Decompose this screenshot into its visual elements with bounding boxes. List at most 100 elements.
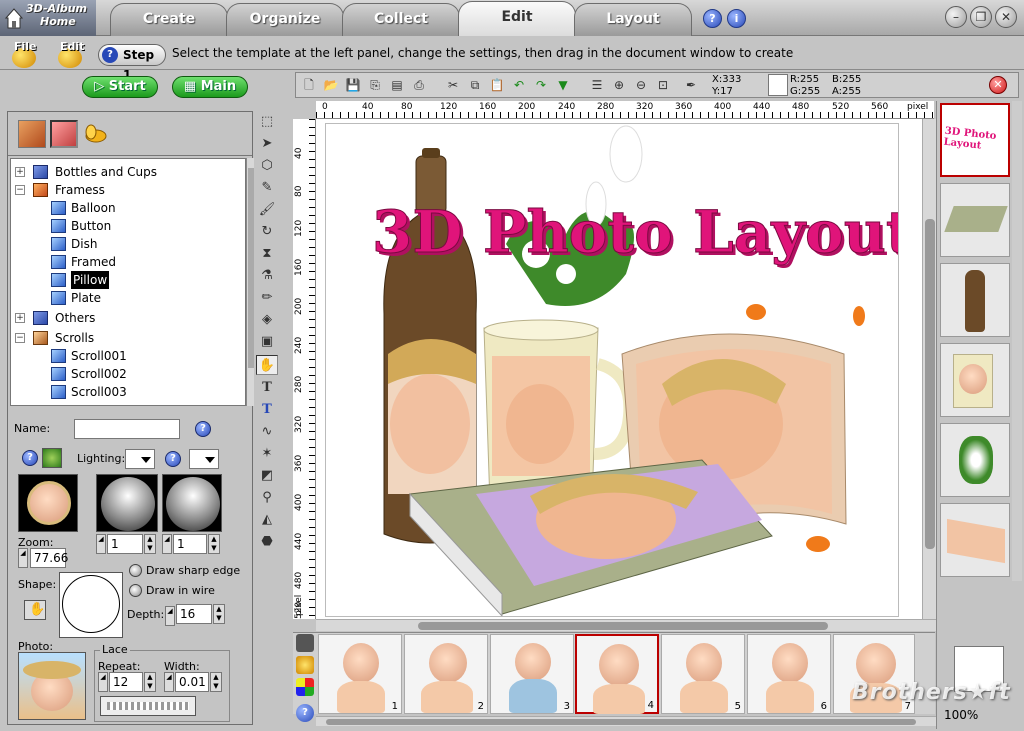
tab-organize[interactable]: Organize xyxy=(226,3,344,36)
photo-thumbnail-5[interactable]: 5 xyxy=(661,634,745,714)
repeat-input[interactable]: 12 xyxy=(109,672,143,692)
help-button[interactable]: ? xyxy=(703,9,722,28)
fill-tool[interactable]: ⬣ xyxy=(256,532,278,552)
zoom-in-button[interactable]: ⊕ xyxy=(610,76,628,94)
strip-scrollbar[interactable] xyxy=(316,716,936,726)
close-document-button[interactable]: ✕ xyxy=(989,76,1007,94)
tree-node-scroll003[interactable]: Scroll003 xyxy=(15,383,245,401)
start-button[interactable]: ▷ Start xyxy=(82,76,158,98)
repeat-spinner[interactable]: ▲ ▼ xyxy=(144,672,156,692)
figure-tool[interactable]: ⚲ xyxy=(256,488,278,508)
restore-button[interactable]: ❐ xyxy=(970,6,992,28)
tree-node-pillow[interactable]: Pillow xyxy=(15,271,245,289)
photo-thumbnail[interactable] xyxy=(18,652,86,720)
layer-scroll[interactable] xyxy=(940,503,1010,577)
light2-spinner[interactable]: ▲ ▼ xyxy=(208,534,220,554)
tree-node-dish[interactable]: Dish xyxy=(15,235,245,253)
layer-mug[interactable] xyxy=(940,343,1010,417)
template-draw-tool[interactable]: ✋ xyxy=(256,355,278,375)
rotate-tool[interactable]: ↻ xyxy=(256,222,278,242)
frame-category-tab[interactable] xyxy=(18,120,46,148)
strip-help-button[interactable]: ? xyxy=(296,704,314,722)
photo-thumbnail-4-selected[interactable]: 4 xyxy=(575,634,659,714)
save-as-button[interactable]: ⎘ xyxy=(366,76,384,94)
pencil-tool[interactable]: ✏ xyxy=(256,288,278,308)
strip-tool-button-2[interactable] xyxy=(296,656,314,674)
depth-input[interactable]: 16 xyxy=(176,604,212,624)
properties-button[interactable]: ☰ xyxy=(588,76,606,94)
scrollbar-thumb[interactable] xyxy=(925,219,935,549)
shape-edit-button[interactable]: ✋ xyxy=(24,600,46,620)
document-window[interactable]: 3D Photo Layout 3D Photo Layout xyxy=(325,123,916,618)
print-button[interactable]: ⎙ xyxy=(410,76,428,94)
tab-collect[interactable]: Collect xyxy=(342,3,460,36)
copy-button[interactable]: ⧉ xyxy=(466,76,484,94)
width-spinner[interactable]: ▲ ▼ xyxy=(210,672,222,692)
layers-scrollbar[interactable] xyxy=(1012,101,1022,581)
hourglass-tool[interactable]: ⧗ xyxy=(256,244,278,264)
tree-node-others[interactable]: + Others xyxy=(15,309,245,327)
photo-category-tab[interactable] xyxy=(50,120,78,148)
canvas-vertical-scrollbar[interactable] xyxy=(922,119,936,619)
save-button[interactable]: 💾 xyxy=(344,76,362,94)
zoom-stepper-left[interactable]: ◢ xyxy=(18,548,28,568)
3d-text-tool[interactable]: T xyxy=(256,400,278,420)
photo-thumbnail-2[interactable]: 2 xyxy=(404,634,488,714)
layer-title-text[interactable]: 3D Photo Layout xyxy=(940,103,1010,177)
name-help-button[interactable]: ? xyxy=(195,421,211,437)
layout-title-text[interactable]: 3D Photo Layout xyxy=(372,198,914,267)
sharp-edge-radio[interactable] xyxy=(129,564,142,577)
width-input[interactable]: 0.01 xyxy=(175,672,209,692)
main-button[interactable]: ▦ Main xyxy=(172,76,248,98)
pen-tool[interactable]: ✎ xyxy=(256,178,278,198)
light1-stepper-left[interactable]: ◢ xyxy=(96,534,106,554)
strip-tool-button-3[interactable] xyxy=(296,678,314,696)
photo-thumbnail-6[interactable]: 6 xyxy=(747,634,831,714)
width-stepper-left[interactable]: ◢ xyxy=(164,672,174,692)
info-button[interactable]: i xyxy=(727,9,746,28)
wire-radio[interactable] xyxy=(129,584,142,597)
tree-node-scroll001[interactable]: Scroll001 xyxy=(15,347,245,365)
stamp-tool[interactable]: ⚗ xyxy=(256,266,278,286)
lace-pattern-preview[interactable] xyxy=(100,696,196,716)
transform-tool[interactable]: ⬡ xyxy=(256,156,278,176)
depth-spinner[interactable]: ▲ ▼ xyxy=(213,604,225,624)
zoom-input[interactable]: 77.66 xyxy=(30,548,68,568)
cut-shape-tool[interactable]: ◩ xyxy=(256,466,278,486)
save-all-button[interactable]: ▤ xyxy=(388,76,406,94)
close-window-button[interactable]: ✕ xyxy=(995,6,1017,28)
tree-node-scroll002[interactable]: Scroll002 xyxy=(15,365,245,383)
tree-node-plate[interactable]: Plate xyxy=(15,289,245,307)
zoom-fit-button[interactable]: ⊡ xyxy=(654,76,672,94)
photo-thumbnail-3[interactable]: 3 xyxy=(490,634,574,714)
cut-button[interactable]: ✂ xyxy=(444,76,462,94)
photo-help-button[interactable]: ? xyxy=(22,450,38,466)
light2-stepper-left[interactable]: ◢ xyxy=(162,534,172,554)
redo-button[interactable]: ↷ xyxy=(532,76,550,94)
shape-preview[interactable] xyxy=(59,572,123,638)
home-logo[interactable]: 3D-Album Home xyxy=(0,0,96,36)
paste-button[interactable]: 📋 xyxy=(488,76,506,94)
lighting-sphere-1[interactable] xyxy=(96,474,158,532)
object-category-tab[interactable] xyxy=(82,120,110,148)
photo-effect-button[interactable] xyxy=(42,448,62,468)
layer-bottle[interactable] xyxy=(940,263,1010,337)
brush-tool[interactable]: 🖌 xyxy=(256,200,278,220)
lighting-sphere-2[interactable] xyxy=(162,474,222,532)
zoom-out-button[interactable]: ⊖ xyxy=(632,76,650,94)
picture-tool[interactable]: ▣ xyxy=(256,332,278,352)
strip-tool-button-1[interactable] xyxy=(296,634,314,652)
tree-node-framess[interactable]: − Framess xyxy=(15,181,245,199)
step-indicator[interactable]: ? Step 1 xyxy=(98,44,166,82)
layer-flowers[interactable] xyxy=(940,423,1010,497)
scrollbar-thumb[interactable] xyxy=(418,622,828,630)
tab-edit[interactable]: Edit xyxy=(458,1,576,36)
pointer-tool[interactable]: ➤ xyxy=(256,134,278,154)
file-menu-button[interactable]: File xyxy=(6,38,42,70)
select-rect-tool[interactable]: ⬚ xyxy=(256,112,278,132)
text-tool[interactable]: T xyxy=(256,378,278,398)
tree-node-button[interactable]: Button xyxy=(15,217,245,235)
repeat-stepper-left[interactable]: ◢ xyxy=(98,672,108,692)
photo-preview-thumbnail[interactable] xyxy=(18,474,78,532)
tab-layout[interactable]: Layout xyxy=(574,3,692,36)
